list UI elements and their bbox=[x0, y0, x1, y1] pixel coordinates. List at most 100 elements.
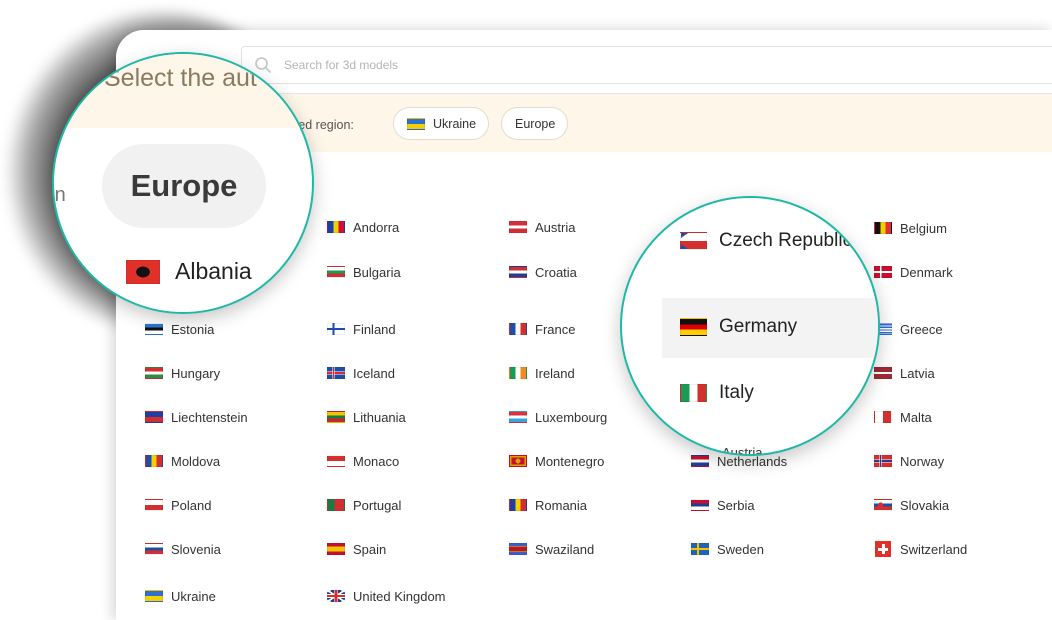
country-label: Finland bbox=[353, 321, 396, 337]
country-norway[interactable]: Norway bbox=[874, 450, 944, 472]
country-label: Denmark bbox=[900, 264, 953, 280]
chip-label: Europe bbox=[515, 116, 556, 131]
country-label: Poland bbox=[171, 497, 212, 513]
flag-andorra-icon bbox=[327, 221, 345, 233]
magnified-heading: Select the aut bbox=[104, 64, 257, 92]
flag-austria-icon bbox=[509, 221, 527, 233]
country-label: Belgium bbox=[900, 220, 947, 236]
flag-italy-icon bbox=[680, 384, 707, 402]
country-label: United Kingdom bbox=[353, 588, 446, 604]
country-swaziland[interactable]: Swaziland bbox=[509, 538, 594, 560]
country-label: Lithuania bbox=[353, 409, 406, 425]
flag-swaziland-icon bbox=[509, 543, 527, 555]
country-label: Germany bbox=[719, 316, 798, 337]
country-portugal[interactable]: Portugal bbox=[327, 494, 401, 516]
country-united-kingdom[interactable]: United Kingdom bbox=[327, 585, 446, 607]
country-label: Malta bbox=[900, 409, 932, 425]
country-montenegro[interactable]: Montenegro bbox=[509, 450, 604, 472]
country-denmark[interactable]: Denmark bbox=[874, 261, 953, 283]
country-romania[interactable]: Romania bbox=[509, 494, 587, 516]
country-estonia[interactable]: Estonia bbox=[145, 318, 214, 340]
flag-serbia-icon bbox=[691, 499, 709, 511]
search-box[interactable]: Search for 3d models bbox=[241, 46, 1052, 84]
country-austria[interactable]: Austria bbox=[509, 216, 575, 238]
country-label: Andorra bbox=[353, 219, 400, 235]
country-label: Slovenia bbox=[171, 541, 221, 557]
country-label: Italy bbox=[719, 382, 754, 403]
flag-poland-icon bbox=[145, 499, 163, 511]
pill-label: Europe bbox=[130, 168, 238, 203]
flag-hungary-icon bbox=[145, 367, 163, 379]
flag-albania-icon bbox=[126, 259, 160, 284]
country-belgium[interactable]: Belgium bbox=[874, 217, 947, 239]
country-ukraine[interactable]: Ukraine bbox=[145, 585, 216, 607]
country-label: Hungary bbox=[171, 365, 221, 381]
country-label: Croatia bbox=[535, 264, 577, 280]
country-czech-republic[interactable]: Czech Republic bbox=[680, 230, 852, 252]
country-moldova[interactable]: Moldova bbox=[145, 450, 220, 472]
flag-finland-icon bbox=[327, 323, 345, 335]
country-label: Albania bbox=[175, 258, 252, 284]
country-serbia[interactable]: Serbia bbox=[691, 494, 755, 516]
flag-slovenia-icon bbox=[145, 543, 163, 555]
country-liechtenstein[interactable]: Liechtenstein bbox=[145, 406, 248, 428]
country-label: Romania bbox=[535, 497, 588, 513]
country-monaco[interactable]: Monaco bbox=[327, 450, 399, 472]
country-label: Moldova bbox=[171, 453, 221, 469]
magnified-europe-pill[interactable]: Europe bbox=[102, 144, 266, 228]
country-label: Swaziland bbox=[535, 541, 595, 557]
flag-moldova-icon bbox=[145, 455, 163, 467]
country-label: Iceland bbox=[353, 365, 395, 381]
flag-sweden-icon bbox=[691, 543, 709, 555]
country-malta[interactable]: Malta bbox=[874, 406, 932, 428]
country-slovenia[interactable]: Slovenia bbox=[145, 538, 221, 560]
country-label: Serbia bbox=[717, 497, 755, 513]
flag-montenegro-icon bbox=[509, 455, 527, 467]
country-iceland[interactable]: Iceland bbox=[327, 362, 395, 384]
country-albania[interactable]: Albania bbox=[126, 258, 252, 285]
country-hungary[interactable]: Hungary bbox=[145, 362, 220, 384]
country-bulgaria[interactable]: Bulgaria bbox=[327, 261, 401, 283]
country-germany[interactable]: Germany bbox=[680, 316, 797, 338]
country-finland[interactable]: Finland bbox=[327, 318, 396, 340]
country-label: Luxembourg bbox=[535, 409, 608, 425]
chip-ukraine[interactable]: Ukraine bbox=[393, 107, 489, 140]
country-poland[interactable]: Poland bbox=[145, 494, 211, 516]
country-slovakia[interactable]: Slovakia bbox=[874, 494, 949, 516]
magnified-cut-text: rn bbox=[54, 184, 66, 206]
country-label: Spain bbox=[353, 541, 387, 557]
flag-bulgaria-icon bbox=[327, 266, 345, 278]
country-sweden[interactable]: Sweden bbox=[691, 538, 764, 560]
country-label: Latvia bbox=[900, 365, 935, 381]
flag-portugal-icon bbox=[327, 499, 345, 511]
country-label: Slovakia bbox=[900, 497, 950, 513]
flag-monaco-icon bbox=[327, 455, 345, 467]
country-spain[interactable]: Spain bbox=[327, 538, 386, 560]
country-latvia[interactable]: Latvia bbox=[874, 362, 935, 384]
country-ireland[interactable]: Ireland bbox=[509, 362, 575, 384]
flag-ukraine-icon bbox=[407, 117, 425, 130]
country-label: Portugal bbox=[353, 497, 402, 513]
flag-estonia-icon bbox=[145, 323, 163, 335]
flag-norway-icon bbox=[874, 455, 892, 467]
country-label: Switzerland bbox=[900, 541, 968, 557]
country-france[interactable]: France bbox=[509, 318, 575, 340]
magnifier-right: Czech Republic Germany Italy Austria bbox=[620, 196, 880, 456]
country-croatia[interactable]: Croatia bbox=[509, 261, 577, 283]
country-label: Austria bbox=[535, 219, 576, 235]
country-greece[interactable]: Greece bbox=[874, 318, 943, 340]
flag-ireland-icon bbox=[509, 367, 527, 379]
country-switzerland[interactable]: Switzerland bbox=[874, 538, 967, 560]
country-luxembourg[interactable]: Luxembourg bbox=[509, 406, 607, 428]
flag-liechtenstein-icon bbox=[145, 411, 163, 423]
flag-ukraine-icon bbox=[145, 590, 163, 602]
country-label: France bbox=[535, 321, 576, 337]
flag-switzerland-icon bbox=[874, 541, 892, 557]
country-italy[interactable]: Italy bbox=[680, 382, 754, 404]
country-lithuania[interactable]: Lithuania bbox=[327, 406, 406, 428]
flag-latvia-icon bbox=[874, 367, 892, 379]
flag-malta-icon bbox=[874, 411, 892, 423]
chip-europe[interactable]: Europe bbox=[501, 107, 568, 140]
country-andorra[interactable]: Andorra bbox=[327, 216, 399, 238]
country-label: Ireland bbox=[535, 365, 575, 381]
